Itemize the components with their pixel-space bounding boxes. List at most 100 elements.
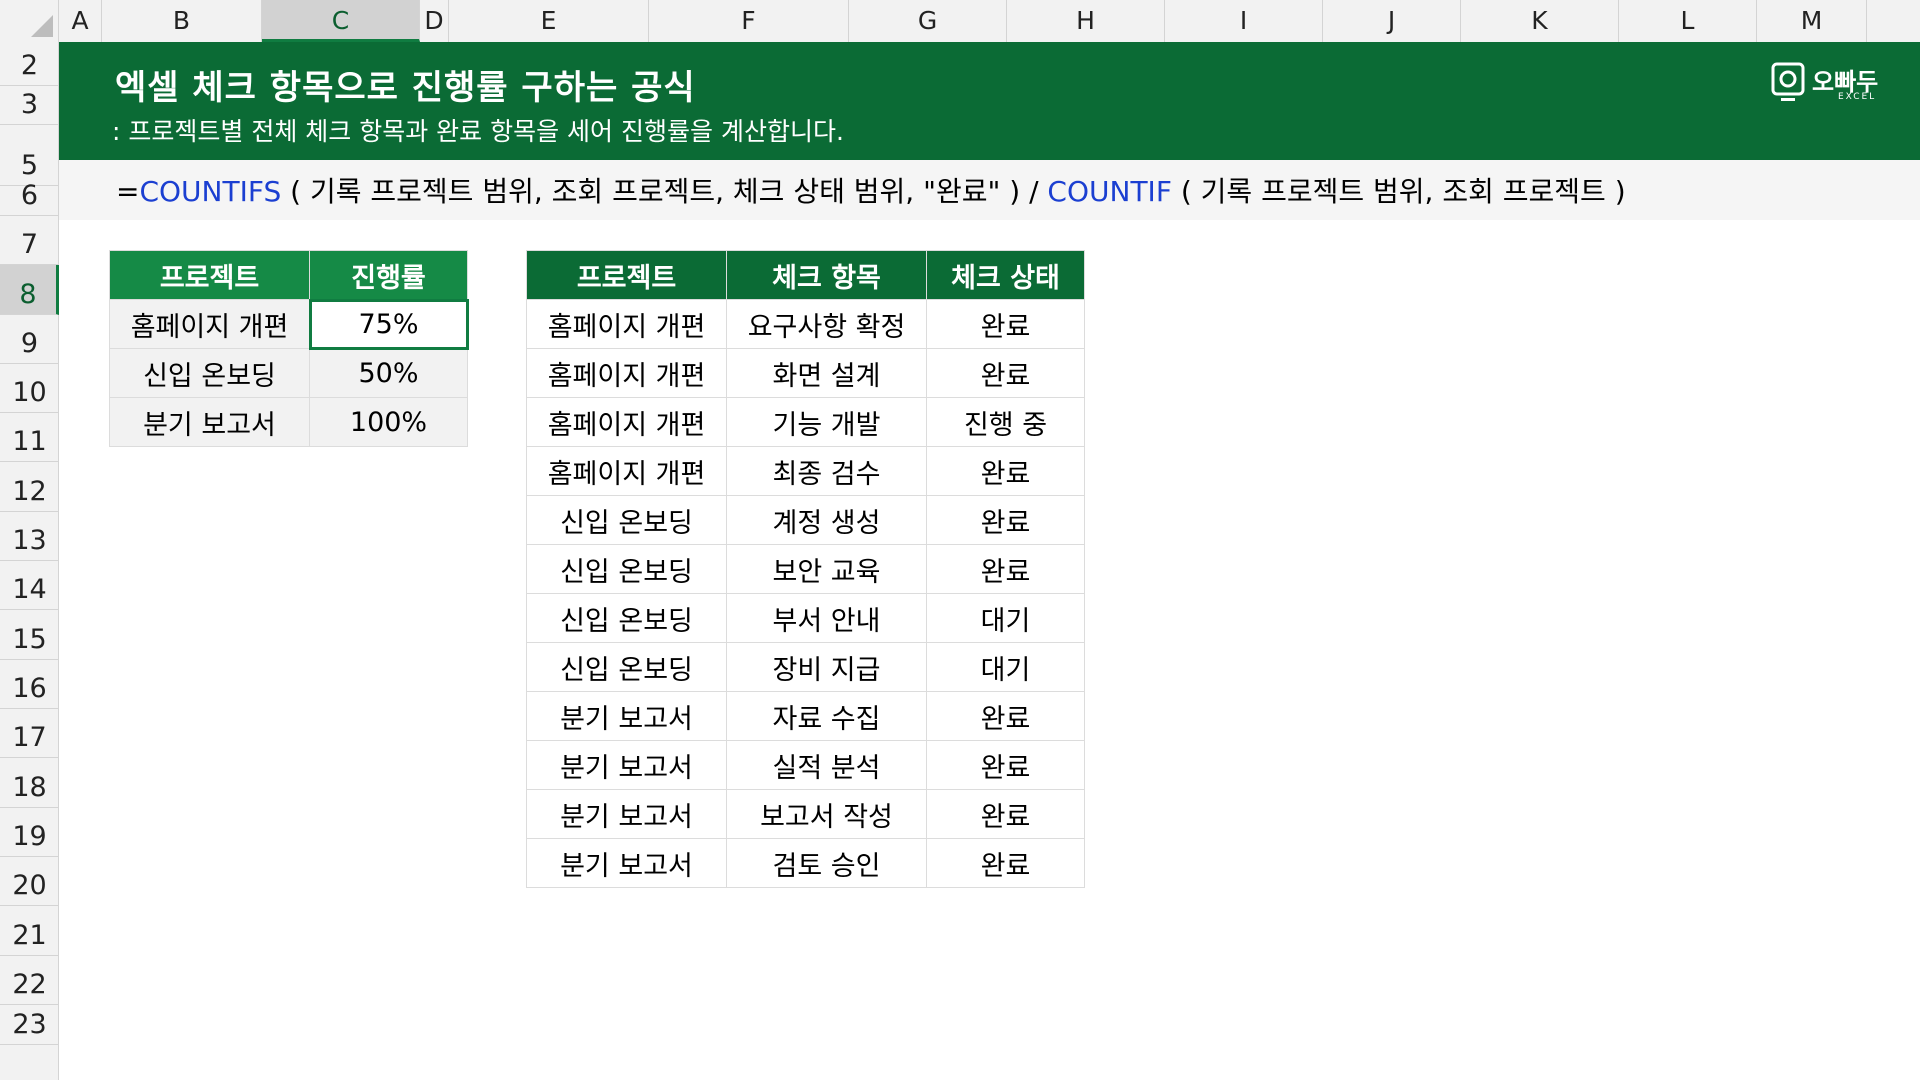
select-all-corner[interactable] xyxy=(0,0,59,42)
detail-cell[interactable]: 자료 수집 xyxy=(726,691,927,741)
row-header-10[interactable]: 10 xyxy=(0,364,59,413)
row-header-22[interactable]: 22 xyxy=(0,956,59,1005)
detail-cell[interactable]: 완료 xyxy=(926,446,1085,496)
row-header-21[interactable]: 21 xyxy=(0,906,59,956)
summary-row: 분기 보고서 100% xyxy=(109,397,468,447)
detail-cell[interactable]: 분기 보고서 xyxy=(526,740,727,790)
detail-header-cell[interactable]: 체크 상태 xyxy=(926,250,1085,300)
column-header-e[interactable]: E xyxy=(449,0,649,42)
row-header-6[interactable]: 6 xyxy=(0,180,59,216)
summary-header-cell[interactable]: 프로젝트 xyxy=(109,250,310,300)
detail-cell[interactable]: 요구사항 확정 xyxy=(726,299,927,349)
detail-row: 분기 보고서 자료 수집 완료 xyxy=(526,691,1085,741)
detail-cell[interactable]: 신입 온보딩 xyxy=(526,544,727,594)
row-header-7[interactable]: 7 xyxy=(0,216,59,265)
detail-cell[interactable]: 분기 보고서 xyxy=(526,691,727,741)
detail-row: 홈페이지 개편 최종 검수 완료 xyxy=(526,446,1085,496)
detail-cell[interactable]: 대기 xyxy=(926,593,1085,643)
row-header-14[interactable]: 14 xyxy=(0,561,59,610)
logo-subtext: EXCEL xyxy=(1838,92,1877,102)
row-header-12[interactable]: 12 xyxy=(0,462,59,512)
row-header-9[interactable]: 9 xyxy=(0,315,59,364)
column-header-b[interactable]: B xyxy=(102,0,262,42)
column-header-h[interactable]: H xyxy=(1007,0,1165,42)
banner-subtitle: : 프로젝트별 전체 체크 항목과 완료 항목을 세어 진행률을 계산합니다. xyxy=(112,117,844,146)
summary-cell[interactable]: 50% xyxy=(309,348,468,398)
detail-cell[interactable]: 실적 분석 xyxy=(726,740,927,790)
summary-row: 홈페이지 개편 75% xyxy=(109,298,469,350)
detail-cell[interactable]: 완료 xyxy=(926,544,1085,594)
column-header-l[interactable]: L xyxy=(1619,0,1757,42)
column-header-m[interactable]: M xyxy=(1757,0,1867,42)
detail-cell[interactable]: 보고서 작성 xyxy=(726,789,927,839)
column-header-a[interactable]: A xyxy=(59,0,102,42)
detail-header-cell[interactable]: 프로젝트 xyxy=(526,250,727,300)
row-header-2[interactable]: 2 xyxy=(0,42,59,86)
detail-cell[interactable]: 장비 지급 xyxy=(726,642,927,692)
detail-cell[interactable]: 완료 xyxy=(926,299,1085,349)
detail-row: 홈페이지 개편 요구사항 확정 완료 xyxy=(526,299,1085,349)
detail-cell[interactable]: 보안 교육 xyxy=(726,544,927,594)
formula-args-2: ( 기록 프로젝트 범위, 조회 프로젝트 ) xyxy=(1171,175,1626,208)
column-header-d[interactable]: D xyxy=(420,0,449,42)
row-header-23[interactable]: 23 xyxy=(0,1005,59,1045)
summary-cell[interactable]: 분기 보고서 xyxy=(109,397,310,447)
camera-logo-icon xyxy=(1771,62,1805,101)
detail-cell[interactable]: 신입 온보딩 xyxy=(526,642,727,692)
summary-cell[interactable]: 신입 온보딩 xyxy=(109,348,310,398)
summary-row: 신입 온보딩 50% xyxy=(109,348,468,398)
summary-cell[interactable]: 75% xyxy=(308,298,469,350)
column-header-g[interactable]: G xyxy=(849,0,1007,42)
detail-cell[interactable]: 대기 xyxy=(926,642,1085,692)
summary-table: 프로젝트 진행률 홈페이지 개편 75% 신입 온보딩 50% 분기 보고서 100% xyxy=(109,250,469,447)
column-header-i[interactable]: I xyxy=(1165,0,1323,42)
detail-cell[interactable]: 홈페이지 개편 xyxy=(526,348,727,398)
row-header-11[interactable]: 11 xyxy=(0,413,59,462)
detail-header-cell[interactable]: 체크 항목 xyxy=(726,250,927,300)
column-header-bar: ABCDEFGHIJKLM xyxy=(0,0,1920,43)
banner-title: 엑셀 체크 항목으로 진행률 구하는 공식 xyxy=(115,68,696,108)
row-header-16[interactable]: 16 xyxy=(0,660,59,709)
row-header-13[interactable]: 13 xyxy=(0,512,59,561)
detail-row: 분기 보고서 보고서 작성 완료 xyxy=(526,789,1085,839)
detail-cell[interactable]: 홈페이지 개편 xyxy=(526,299,727,349)
detail-cell[interactable]: 완료 xyxy=(926,495,1085,545)
detail-cell[interactable]: 신입 온보딩 xyxy=(526,593,727,643)
detail-cell[interactable]: 완료 xyxy=(926,348,1085,398)
column-header-c[interactable]: C xyxy=(262,0,420,42)
row-header-20[interactable]: 20 xyxy=(0,857,59,906)
detail-cell[interactable]: 부서 안내 xyxy=(726,593,927,643)
detail-cell[interactable]: 신입 온보딩 xyxy=(526,495,727,545)
column-header-j[interactable]: J xyxy=(1323,0,1461,42)
detail-cell[interactable]: 검토 승인 xyxy=(726,838,927,888)
row-header-8[interactable]: 8 xyxy=(0,265,59,315)
detail-cell[interactable]: 진행 중 xyxy=(926,397,1085,447)
summary-header-cell[interactable]: 진행률 xyxy=(309,250,468,300)
row-header-5[interactable]: 5 xyxy=(0,125,59,186)
detail-cell[interactable]: 분기 보고서 xyxy=(526,789,727,839)
detail-cell[interactable]: 화면 설계 xyxy=(726,348,927,398)
detail-cell[interactable]: 기능 개발 xyxy=(726,397,927,447)
detail-row: 신입 온보딩 보안 교육 완료 xyxy=(526,544,1085,594)
detail-cell[interactable]: 완료 xyxy=(926,789,1085,839)
brand-logo: 오빠두 EXCEL xyxy=(1770,60,1890,108)
row-header-17[interactable]: 17 xyxy=(0,709,59,758)
detail-cell[interactable]: 홈페이지 개편 xyxy=(526,397,727,447)
column-header-k[interactable]: K xyxy=(1461,0,1619,42)
summary-cell[interactable]: 100% xyxy=(309,397,468,447)
column-header-f[interactable]: F xyxy=(649,0,849,42)
detail-row: 신입 온보딩 부서 안내 대기 xyxy=(526,593,1085,643)
detail-cell[interactable]: 홈페이지 개편 xyxy=(526,446,727,496)
detail-cell[interactable]: 완료 xyxy=(926,740,1085,790)
row-header-3[interactable]: 3 xyxy=(0,86,59,125)
detail-cell[interactable]: 계정 생성 xyxy=(726,495,927,545)
row-header-19[interactable]: 19 xyxy=(0,808,59,857)
formula-text: =COUNTIFS ( 기록 프로젝트 범위, 조회 프로젝트, 체크 상태 범… xyxy=(116,170,1626,210)
row-header-18[interactable]: 18 xyxy=(0,758,59,808)
detail-cell[interactable]: 분기 보고서 xyxy=(526,838,727,888)
row-header-15[interactable]: 15 xyxy=(0,610,59,660)
summary-cell[interactable]: 홈페이지 개편 xyxy=(109,299,310,349)
detail-cell[interactable]: 최종 검수 xyxy=(726,446,927,496)
detail-cell[interactable]: 완료 xyxy=(926,838,1085,888)
detail-cell[interactable]: 완료 xyxy=(926,691,1085,741)
